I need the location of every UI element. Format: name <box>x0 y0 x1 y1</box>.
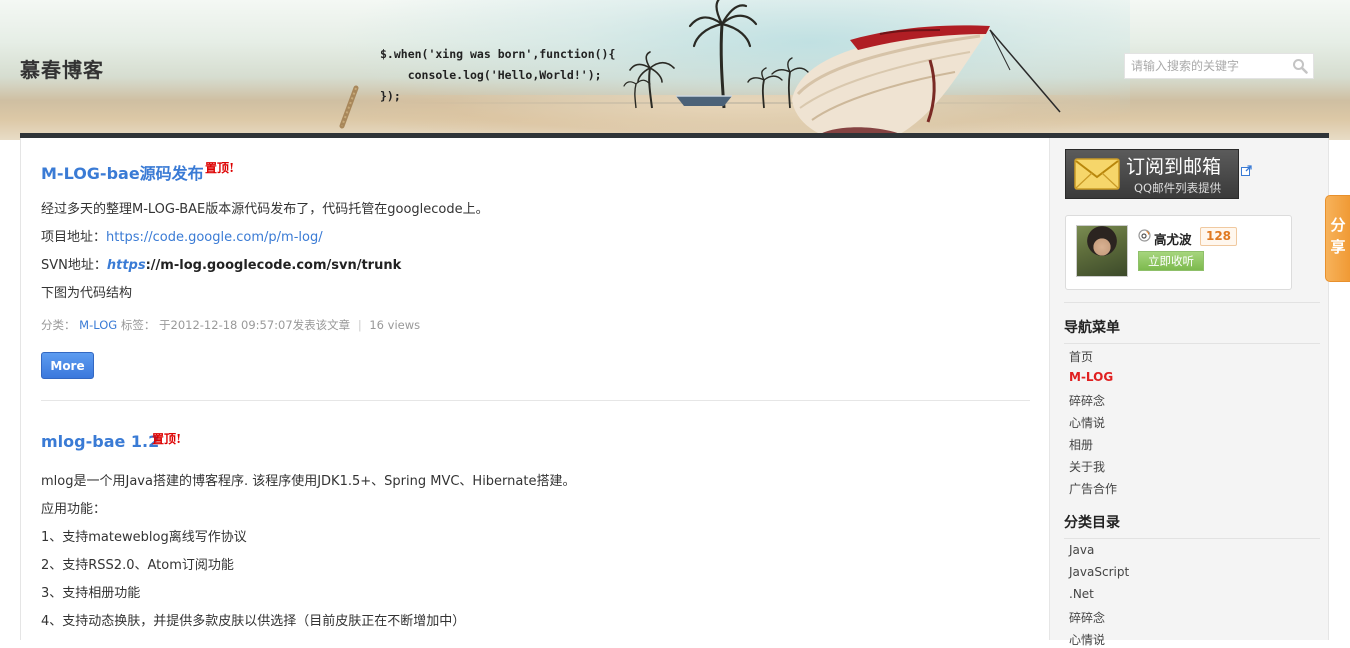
feature-item: 3、支持相册功能 <box>41 586 141 601</box>
features-label: 应用功能： <box>41 502 107 517</box>
post-divider <box>41 400 1030 401</box>
search-input[interactable] <box>1125 54 1291 78</box>
palm-trees <box>623 0 809 109</box>
svn-scheme: https <box>106 258 146 273</box>
feature-item: 2、支持RSS2.0、Atom订阅功能 <box>41 558 234 573</box>
nav-item-murmurs[interactable]: 碎碎念 <box>1069 392 1105 409</box>
stick-in-sand <box>339 85 359 129</box>
sidebar-divider <box>1064 538 1320 539</box>
category-heading: 分类目录 <box>1064 515 1120 531</box>
category-item-java[interactable]: Java <box>1069 543 1094 557</box>
weibo-card: 高尤波 128 立即收听 <box>1065 215 1292 290</box>
follow-button[interactable]: 立即收听 <box>1138 251 1204 271</box>
avatar[interactable] <box>1076 225 1128 277</box>
svn-url-rest: ://m-log.googlecode.com/svn/trunk <box>145 258 402 273</box>
sidebar: 订阅到邮箱 QQ邮件列表提供 高尤波 128 立即收听 导航菜单 首页 M-LO… <box>1049 138 1329 647</box>
category-link[interactable]: M-LOG <box>79 318 117 332</box>
feature-item: 4、支持动态换肤，并提供多款皮肤以供选择（目前皮肤正在不断增加中） <box>41 614 466 629</box>
nav-menu-heading: 导航菜单 <box>1064 320 1120 336</box>
category-item-javascript[interactable]: JavaScript <box>1069 565 1129 579</box>
svn-address-label: SVN地址： <box>41 258 107 273</box>
sidebar-divider <box>1064 302 1320 303</box>
search-box <box>1124 53 1314 79</box>
search-icon[interactable] <box>1292 58 1308 74</box>
wrecked-boat <box>792 25 1061 134</box>
svn-url: https://m-log.googlecode.com/svn/trunk <box>107 258 401 273</box>
category-item-dotnet[interactable]: .Net <box>1069 587 1094 601</box>
category-label: 分类： <box>41 318 76 332</box>
structure-note: 下图为代码结构 <box>41 286 133 301</box>
envelope-icon <box>1074 158 1120 190</box>
meta-separator: | <box>357 318 362 332</box>
main-content: M-LOG-bae源码发布 置顶! 经过多天的整理M-LOG-BAE版本源代码发… <box>20 138 1049 640</box>
more-button[interactable]: More <box>41 352 94 379</box>
view-count: 16 views <box>369 318 421 332</box>
banner-code-line-3: }); <box>380 89 401 103</box>
banner-code-line-1: $.when('xing was born',function(){ <box>380 47 616 61</box>
weibo-username[interactable]: 高尤波 <box>1154 229 1192 248</box>
post-intro: 经过多天的整理M-LOG-BAE版本源代码发布了，代码托管在googlecode… <box>41 202 489 217</box>
nav-item-home[interactable]: 首页 <box>1069 348 1093 365</box>
post-title[interactable]: M-LOG-bae源码发布 <box>41 160 204 184</box>
project-url-link[interactable]: https://code.google.com/p/m-log/ <box>106 230 323 245</box>
pinned-badge: 置顶! <box>205 161 235 175</box>
nav-item-mood[interactable]: 心情说 <box>1069 414 1105 431</box>
external-link-icon[interactable] <box>1241 165 1252 176</box>
tags-label: 标签： <box>120 318 156 332</box>
fans-count-badge: 128 <box>1200 227 1237 246</box>
header-banner: 慕春博客 $.when('xing was born',function(){ … <box>0 0 1350 140</box>
post-intro: mlog是一个用Java搭建的博客程序. 该程序使用JDK1.5+、Spring… <box>41 474 576 489</box>
small-boat <box>676 95 732 106</box>
subscribe-title: 订阅到邮箱 <box>1126 156 1222 178</box>
post-title[interactable]: mlog-bae 1.2 <box>41 432 159 451</box>
share-tab-char-2: 享 <box>1330 238 1346 256</box>
weibo-icon <box>1138 229 1151 242</box>
published-date: 于2012-12-18 09:57:07发表该文章 <box>159 318 351 332</box>
nav-item-m-log[interactable]: M-LOG <box>1069 370 1113 384</box>
banner-code-line-2: console.log('Hello,World!'); <box>380 68 602 82</box>
nav-item-about[interactable]: 关于我 <box>1069 458 1105 475</box>
site-title[interactable]: 慕春博客 <box>20 54 104 83</box>
feature-item: 1、支持mateweblog离线写作协议 <box>41 530 247 545</box>
subscribe-subtitle: QQ邮件列表提供 <box>1134 181 1222 195</box>
category-item-murmurs[interactable]: 碎碎念 <box>1069 609 1105 626</box>
project-address-line: 项目地址：https://code.google.com/p/m-log/ <box>41 226 323 245</box>
svn-address-line: SVN地址：https://m-log.googlecode.com/svn/t… <box>41 254 401 273</box>
project-address-label: 项目地址： <box>41 230 107 245</box>
share-tab-char-1: 分 <box>1330 216 1346 234</box>
nav-item-ads[interactable]: 广告合作 <box>1069 480 1117 497</box>
sidebar-divider <box>1064 343 1320 344</box>
share-tab[interactable]: 分 享 <box>1325 195 1350 282</box>
subscribe-email-button[interactable]: 订阅到邮箱 QQ邮件列表提供 <box>1065 149 1239 199</box>
post-meta: 分类： M-LOG 标签： 于2012-12-18 09:57:07发表该文章 … <box>41 317 420 333</box>
nav-item-album[interactable]: 相册 <box>1069 436 1093 453</box>
pinned-badge: 置顶! <box>152 432 182 446</box>
